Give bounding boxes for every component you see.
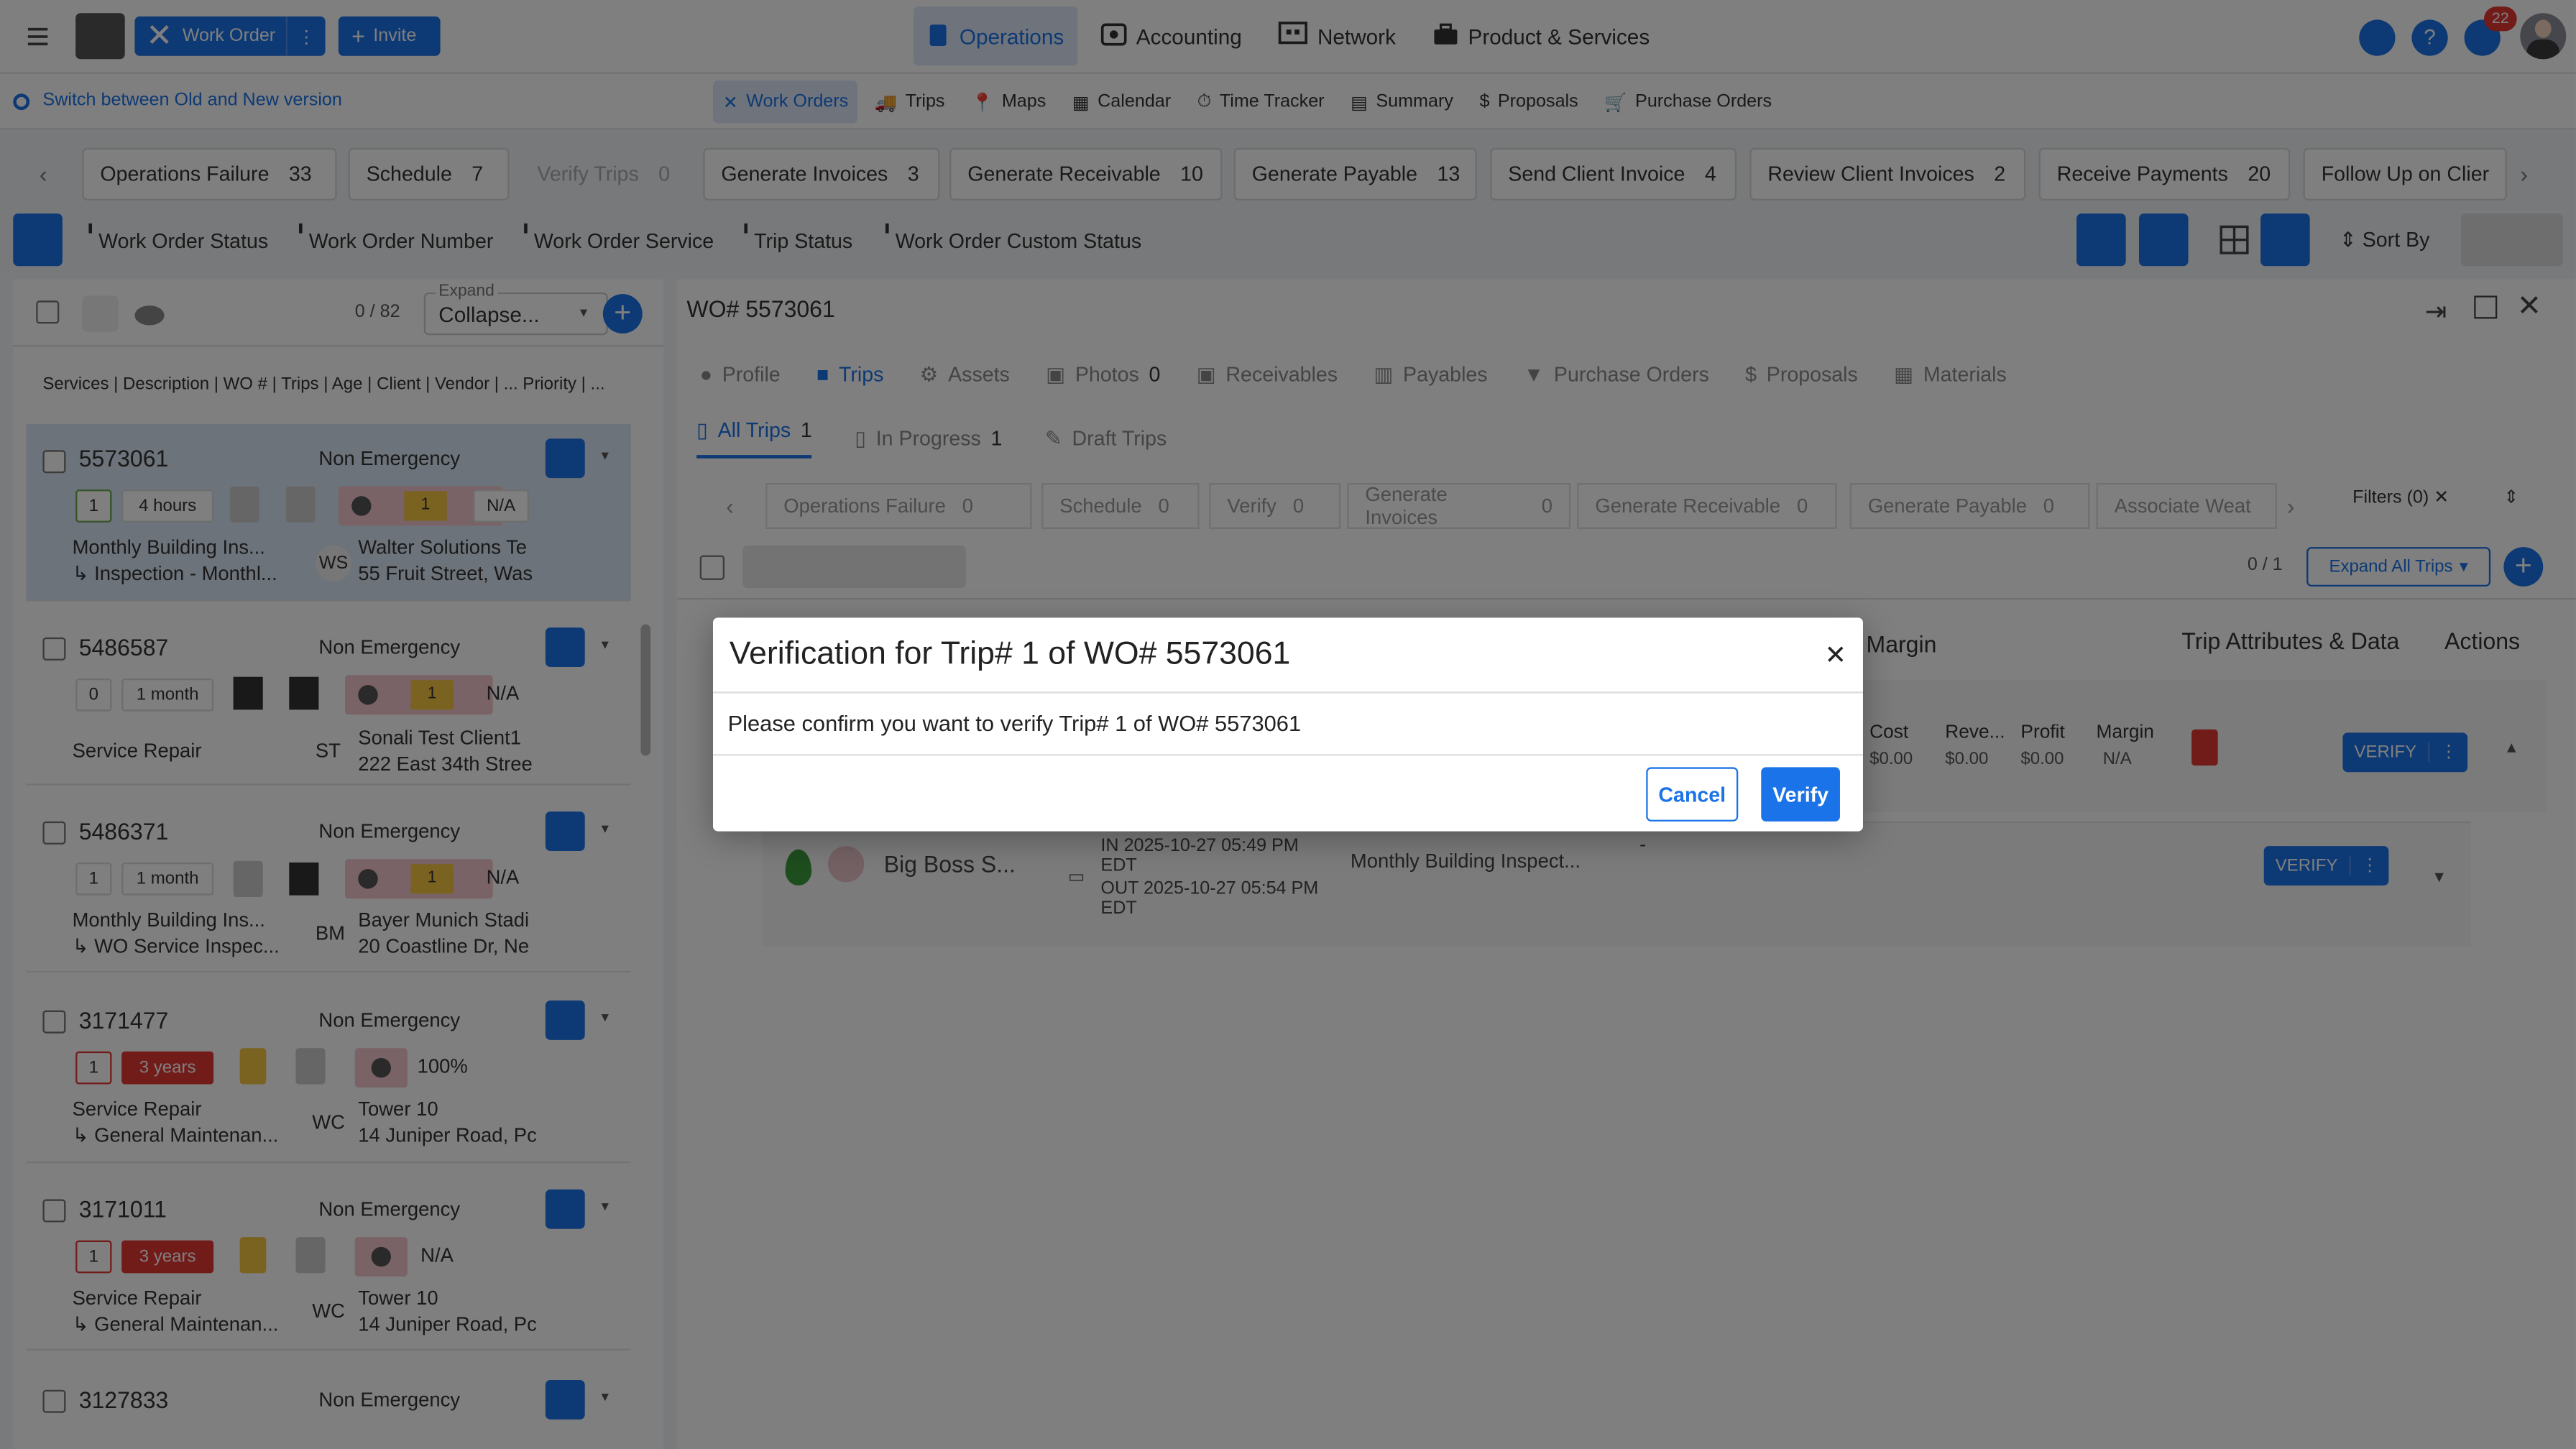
dialog-title: Verification for Trip# 1 of WO# 5573061	[729, 635, 1291, 672]
verify-button[interactable]: Verify	[1761, 767, 1840, 822]
dialog-message: Please confirm you want to verify Trip# …	[712, 694, 1863, 756]
verify-trip-dialog: Verification for Trip# 1 of WO# 5573061 …	[712, 617, 1863, 832]
close-icon[interactable]: ✕	[1824, 639, 1846, 672]
cancel-button[interactable]: Cancel	[1646, 767, 1739, 822]
dialog-header: Verification for Trip# 1 of WO# 5573061 …	[712, 617, 1863, 694]
dialog-footer: Cancel Verify	[713, 755, 1863, 831]
